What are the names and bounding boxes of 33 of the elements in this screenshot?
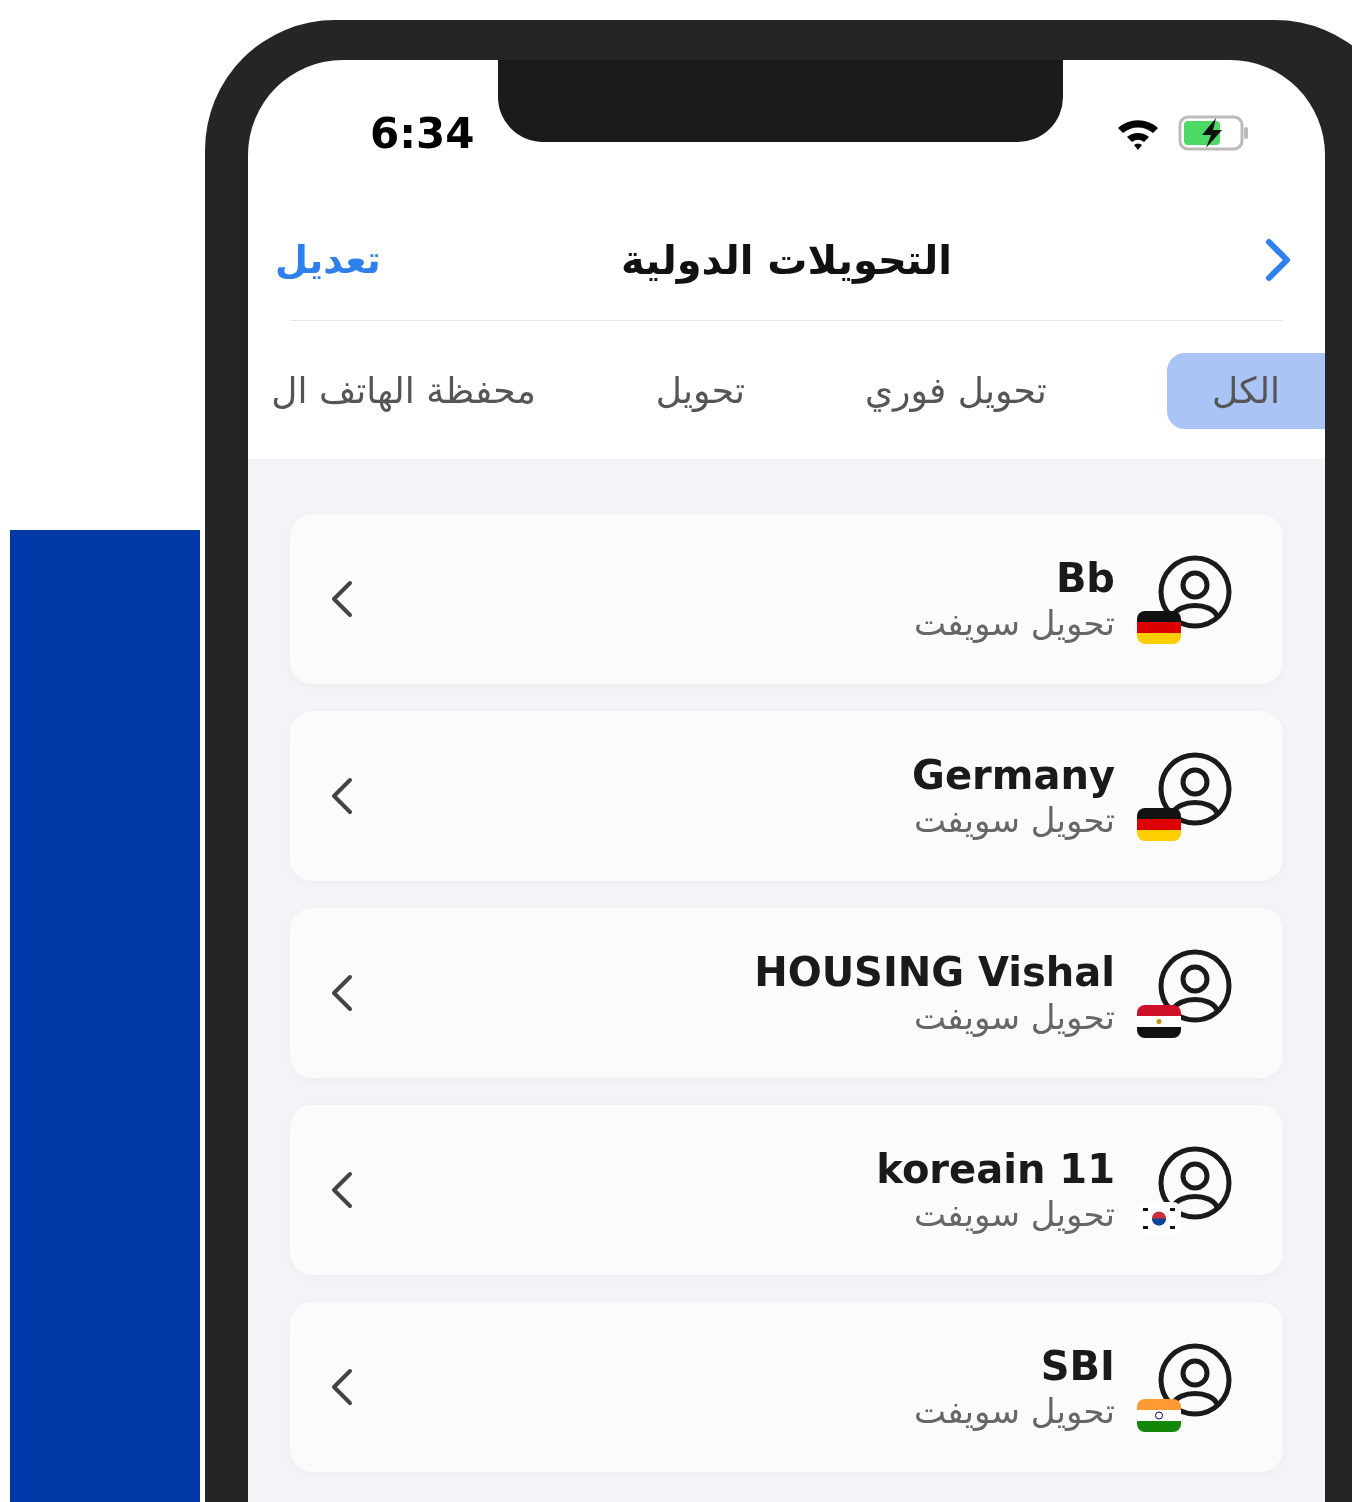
- tab[interactable]: الكل: [1166, 353, 1325, 429]
- transfer-type: تحويل سويفت: [913, 602, 1115, 644]
- edit-button[interactable]: تعديل: [275, 231, 381, 289]
- chevron-left-icon: [330, 776, 354, 816]
- beneficiary-name: HOUSING Vishal: [754, 948, 1115, 996]
- flag-icon: [1137, 1399, 1181, 1432]
- user-avatar-icon: [1157, 1342, 1233, 1418]
- chevron-left-icon: [330, 1367, 354, 1407]
- transfer-type: تحويل سويفت: [913, 996, 1115, 1038]
- user-avatar-icon: [1157, 948, 1233, 1024]
- battery-charging-icon: [1178, 115, 1250, 151]
- status-time: 6:34: [370, 107, 475, 160]
- flag-icon: [1137, 808, 1181, 841]
- tab[interactable]: تحويل: [655, 353, 745, 429]
- screen-title: التحويلات الدولية: [621, 236, 952, 286]
- chevron-left-icon: [330, 1170, 354, 1210]
- beneficiary-name: Germany: [912, 751, 1115, 799]
- tab[interactable]: تحويل فوري: [864, 353, 1047, 429]
- transfer-type: تحويل سويفت: [913, 1390, 1115, 1432]
- transfer-type: تحويل سويفت: [913, 1193, 1115, 1235]
- beneficiary-name: SBI: [1040, 1342, 1115, 1390]
- user-avatar-icon: [1157, 1145, 1233, 1221]
- flag-icon: [1137, 611, 1181, 644]
- user-avatar-icon: [1157, 554, 1233, 630]
- beneficiary-name: koreain 11: [876, 1145, 1115, 1193]
- tab[interactable]: محفظة الهاتف ال: [271, 353, 536, 429]
- chevron-left-icon: [330, 973, 354, 1013]
- chevron-right-icon: [1265, 238, 1291, 282]
- chevron-left-icon: [330, 579, 354, 619]
- transfer-type: تحويل سويفت: [913, 799, 1115, 841]
- flag-icon: [1137, 1005, 1181, 1038]
- beneficiary-name: Bb: [1055, 554, 1115, 602]
- user-avatar-icon: [1157, 751, 1233, 827]
